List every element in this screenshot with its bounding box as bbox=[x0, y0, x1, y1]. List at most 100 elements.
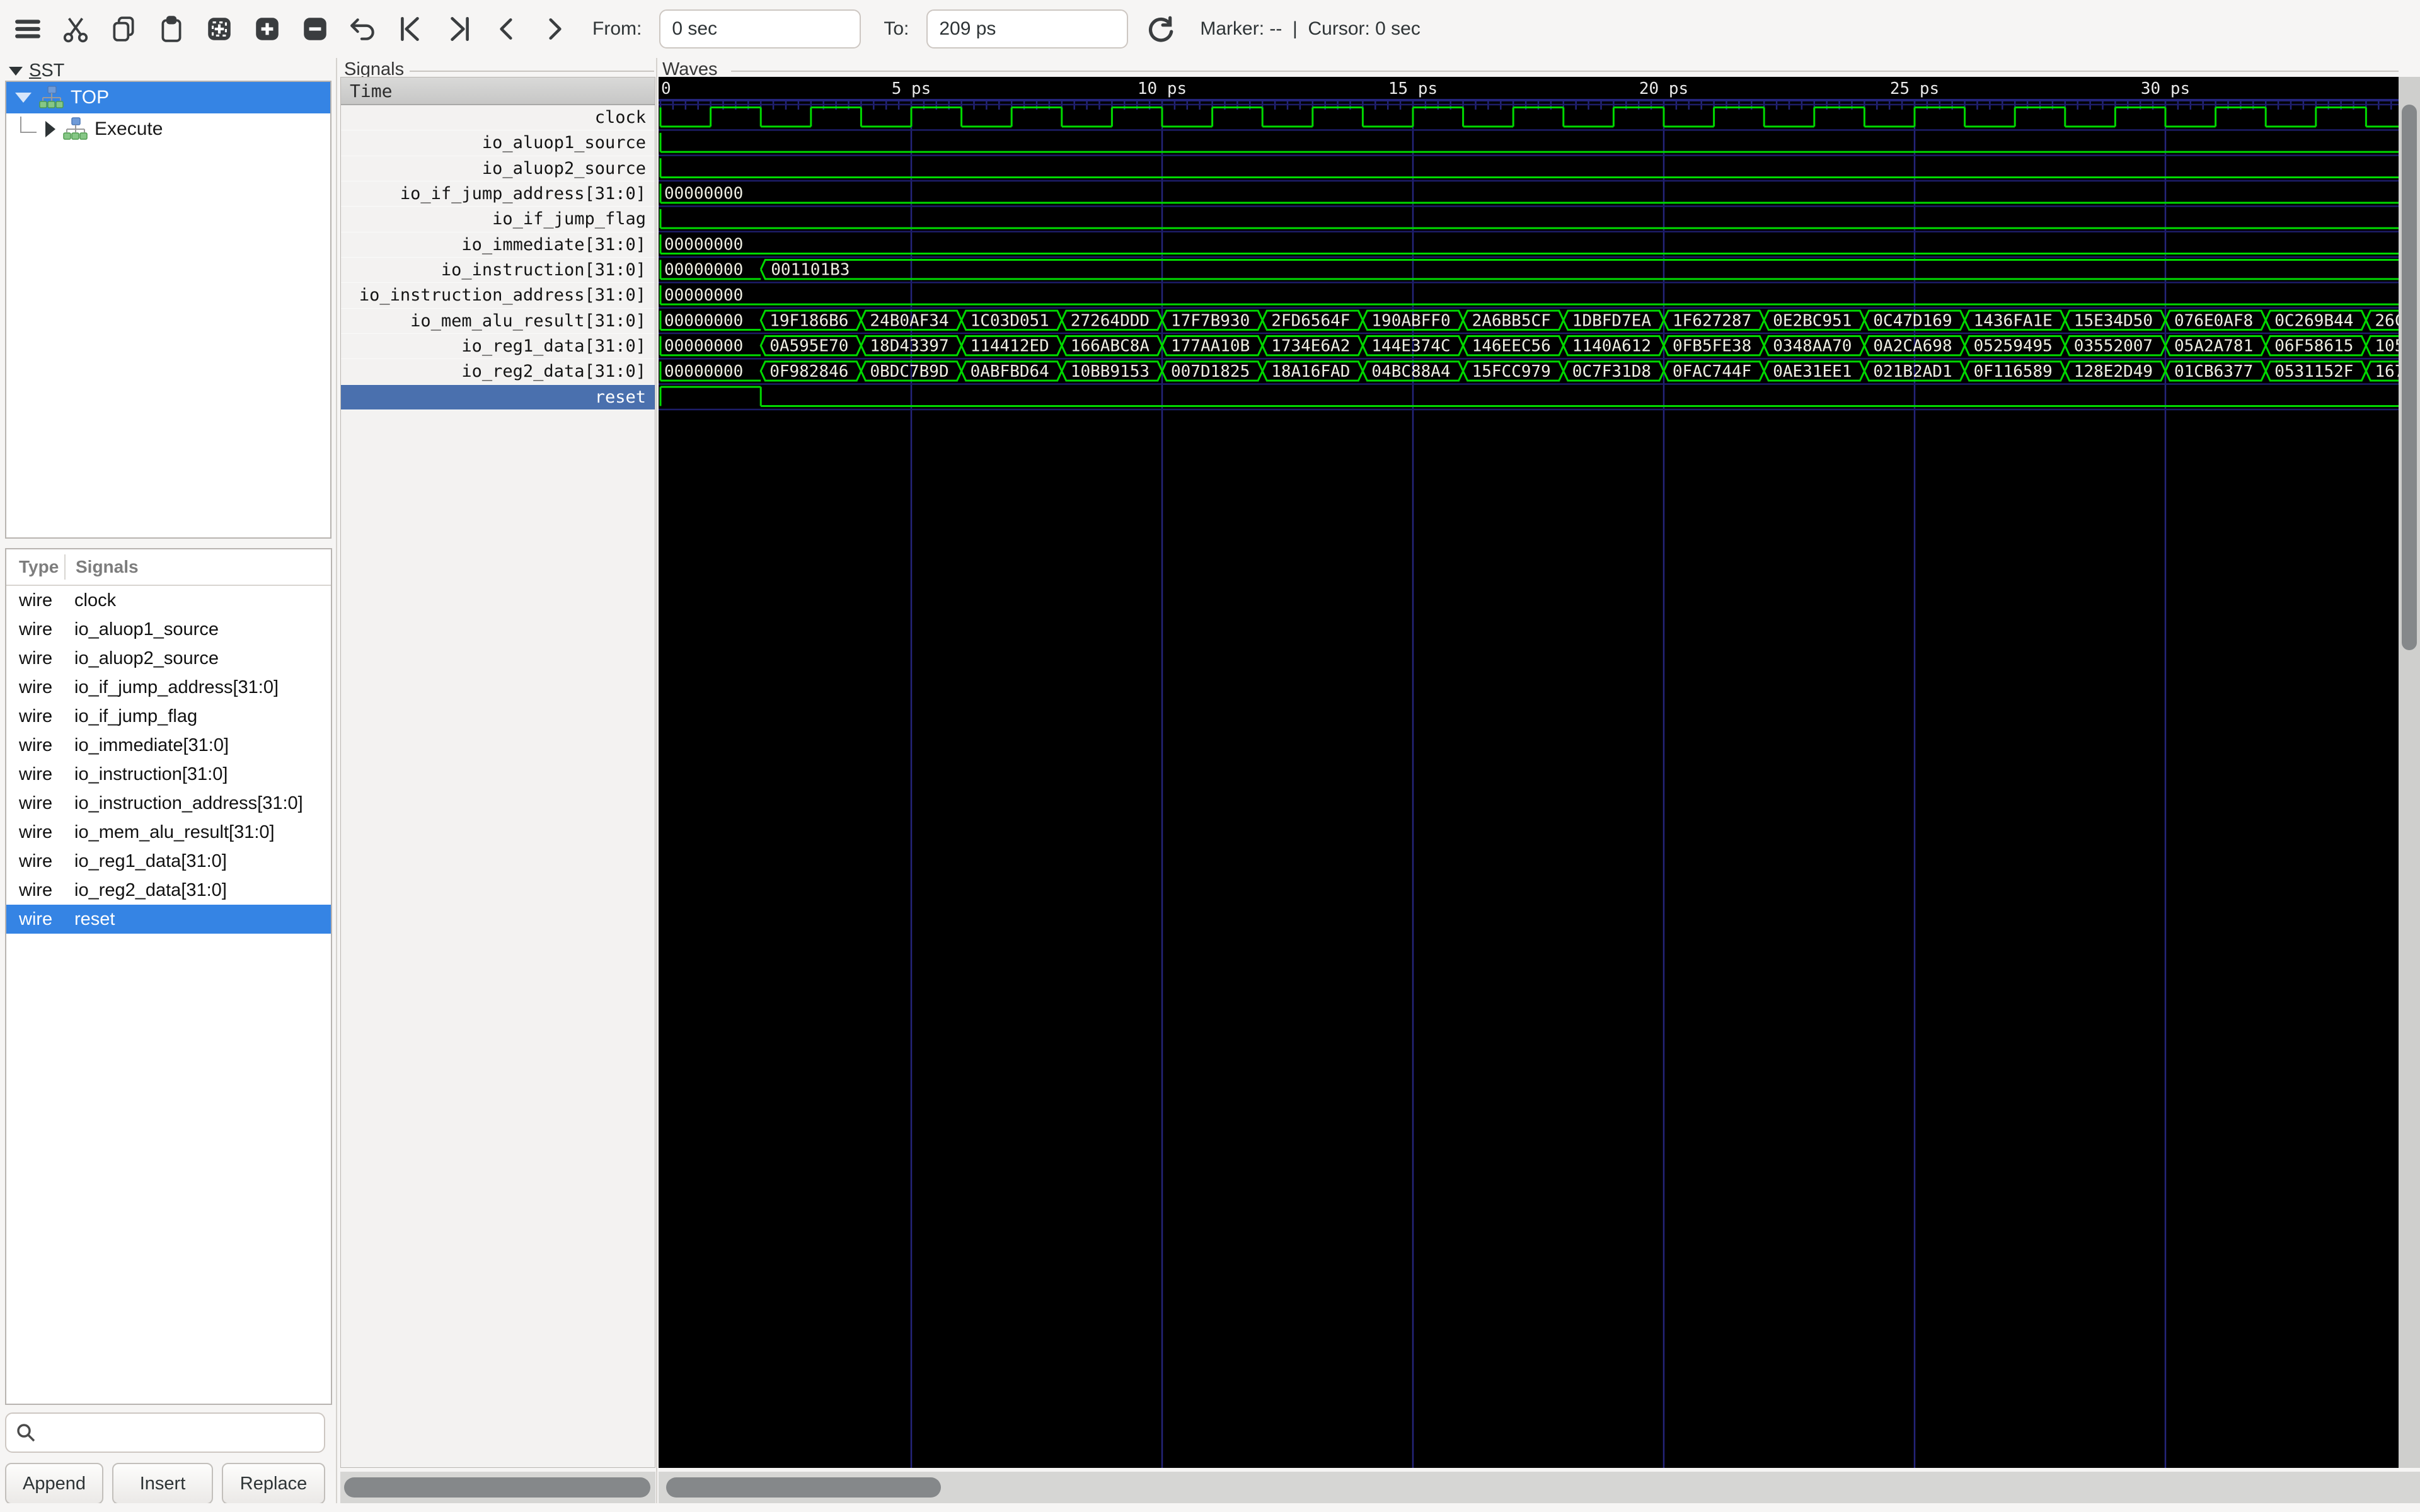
wave-signal-label[interactable]: io_reg2_data[31:0] bbox=[341, 359, 655, 384]
svg-text:105: 105 bbox=[2375, 337, 2399, 356]
zoom-in-icon[interactable] bbox=[252, 14, 282, 44]
wave-signal-label[interactable]: io_if_jump_flag bbox=[341, 207, 655, 232]
expand-arrow-icon[interactable] bbox=[45, 121, 55, 137]
signal-table-header: Type Signals bbox=[6, 549, 331, 586]
wave-signal-label[interactable]: io_reg1_data[31:0] bbox=[341, 334, 655, 359]
tree-node-top[interactable]: TOP bbox=[6, 82, 330, 113]
signal-name: clock bbox=[64, 590, 116, 611]
svg-text:1DBFD7EA: 1DBFD7EA bbox=[1572, 311, 1652, 330]
tree-node-label: TOP bbox=[71, 87, 109, 108]
table-row[interactable]: wireio_mem_alu_result[31:0] bbox=[6, 818, 331, 847]
wave-signal-label[interactable]: clock bbox=[341, 105, 655, 130]
panel-divider-right bbox=[656, 58, 657, 1512]
signals-hscroll-thumb[interactable] bbox=[344, 1477, 650, 1498]
waves-hscroll-thumb[interactable] bbox=[666, 1477, 941, 1498]
undo-icon[interactable] bbox=[348, 14, 378, 44]
svg-text:00000000: 00000000 bbox=[664, 185, 743, 203]
svg-text:00000000: 00000000 bbox=[664, 235, 743, 254]
skip-to-start-icon[interactable] bbox=[396, 14, 426, 44]
svg-text:146EEC56: 146EEC56 bbox=[1472, 337, 1551, 356]
table-row[interactable]: wireio_if_jump_flag bbox=[6, 702, 331, 731]
wave-signal-label[interactable]: io_aluop1_source bbox=[341, 130, 655, 156]
hierarchy-tree[interactable]: TOP Execute bbox=[5, 81, 331, 539]
from-input[interactable] bbox=[659, 9, 861, 49]
waves-vscroll-thumb[interactable] bbox=[2402, 105, 2417, 650]
svg-text:06F58615: 06F58615 bbox=[2274, 337, 2353, 356]
menu-icon[interactable] bbox=[13, 14, 43, 44]
svg-text:166ABC8A: 166ABC8A bbox=[1071, 337, 1150, 356]
append-button[interactable]: Append bbox=[5, 1463, 103, 1504]
svg-text:001101B3: 001101B3 bbox=[771, 261, 850, 280]
paste-icon[interactable] bbox=[156, 14, 187, 44]
svg-text:0A2CA698: 0A2CA698 bbox=[1873, 337, 1952, 356]
svg-text:007D1825: 007D1825 bbox=[1171, 362, 1250, 381]
table-row[interactable]: wireio_reg1_data[31:0] bbox=[6, 847, 331, 876]
wave-signal-label[interactable]: io_aluop2_source bbox=[341, 156, 655, 181]
time-header[interactable]: Time bbox=[341, 77, 655, 105]
wave-signal-label[interactable]: io_instruction_address[31:0] bbox=[341, 283, 655, 308]
svg-text:15 ps: 15 ps bbox=[1388, 79, 1438, 98]
module-icon bbox=[63, 117, 88, 142]
signal-name: io_if_jump_address[31:0] bbox=[64, 677, 279, 698]
table-row[interactable]: wireio_if_jump_address[31:0] bbox=[6, 673, 331, 702]
table-row[interactable]: wireio_reg2_data[31:0] bbox=[6, 876, 331, 905]
collapse-arrow-icon[interactable] bbox=[15, 93, 32, 103]
svg-text:2FD6564F: 2FD6564F bbox=[1271, 311, 1350, 330]
svg-text:1734E6A2: 1734E6A2 bbox=[1271, 337, 1350, 356]
step-forward-icon[interactable] bbox=[539, 14, 570, 44]
tree-node-execute[interactable]: Execute bbox=[6, 113, 330, 145]
svg-text:20 ps: 20 ps bbox=[1639, 79, 1688, 98]
zoom-fit-icon[interactable] bbox=[204, 14, 234, 44]
signal-name: reset bbox=[64, 909, 115, 930]
wave-signal-label[interactable]: io_instruction[31:0] bbox=[341, 258, 655, 283]
waves-frame-line bbox=[731, 71, 2399, 72]
signal-type: wire bbox=[6, 793, 64, 814]
wave-signal-label[interactable]: io_if_jump_address[31:0] bbox=[341, 181, 655, 207]
waves-vscrollbar[interactable] bbox=[2399, 77, 2420, 1468]
copy-icon[interactable] bbox=[108, 14, 139, 44]
sst-collapse-icon[interactable] bbox=[9, 67, 23, 76]
wave-signal-label[interactable]: io_immediate[31:0] bbox=[341, 232, 655, 258]
cut-icon[interactable] bbox=[60, 14, 91, 44]
svg-text:1436FA1E: 1436FA1E bbox=[1974, 311, 2053, 330]
replace-button[interactable]: Replace bbox=[222, 1463, 325, 1504]
reload-icon[interactable] bbox=[1146, 14, 1176, 44]
skip-to-end-icon[interactable] bbox=[444, 14, 474, 44]
signal-search-box[interactable] bbox=[5, 1412, 325, 1453]
sst-title: SST bbox=[29, 60, 64, 81]
zoom-out-icon[interactable] bbox=[300, 14, 330, 44]
table-row[interactable]: wireio_instruction[31:0] bbox=[6, 760, 331, 789]
insert-button[interactable]: Insert bbox=[112, 1463, 213, 1504]
svg-text:0F982846: 0F982846 bbox=[769, 362, 848, 381]
table-row[interactable]: wireio_aluop2_source bbox=[6, 644, 331, 673]
toolbar: From: To: Marker: -- | Cursor: 0 sec bbox=[0, 0, 2420, 58]
waveform-canvas[interactable]: 05 ps10 ps15 ps20 ps25 ps30 ps0000000000… bbox=[659, 77, 2399, 1468]
svg-text:19F186B6: 19F186B6 bbox=[769, 311, 848, 330]
tree-node-label: Execute bbox=[95, 118, 163, 140]
wave-signal-label[interactable]: reset bbox=[341, 385, 655, 410]
signals-hscrollbar[interactable] bbox=[340, 1472, 655, 1503]
svg-text:15E34D50: 15E34D50 bbox=[2074, 311, 2153, 330]
svg-text:00000000: 00000000 bbox=[664, 261, 743, 280]
waves-hscrollbar[interactable] bbox=[659, 1472, 2420, 1503]
svg-text:1F627287: 1F627287 bbox=[1673, 311, 1751, 330]
table-row[interactable]: wireclock bbox=[6, 586, 331, 615]
tree-branch-line bbox=[20, 117, 37, 133]
signal-name: io_instruction[31:0] bbox=[64, 764, 228, 785]
to-input[interactable] bbox=[926, 9, 1128, 49]
svg-text:0F116589: 0F116589 bbox=[1974, 362, 2053, 381]
signal-name: io_reg1_data[31:0] bbox=[64, 851, 227, 872]
svg-text:00000000: 00000000 bbox=[664, 311, 743, 330]
step-back-icon[interactable] bbox=[492, 14, 522, 44]
search-input[interactable] bbox=[43, 1423, 324, 1443]
signal-type: wire bbox=[6, 619, 64, 640]
sst-header[interactable]: SST bbox=[9, 60, 64, 81]
table-row[interactable]: wireio_immediate[31:0] bbox=[6, 731, 331, 760]
table-row[interactable]: wirereset bbox=[6, 905, 331, 934]
signal-type: wire bbox=[6, 909, 64, 930]
wave-signal-label[interactable]: io_mem_alu_result[31:0] bbox=[341, 309, 655, 334]
svg-text:04BC88A4: 04BC88A4 bbox=[1371, 362, 1450, 381]
from-label: From: bbox=[592, 18, 642, 40]
table-row[interactable]: wireio_aluop1_source bbox=[6, 615, 331, 644]
table-row[interactable]: wireio_instruction_address[31:0] bbox=[6, 789, 331, 818]
